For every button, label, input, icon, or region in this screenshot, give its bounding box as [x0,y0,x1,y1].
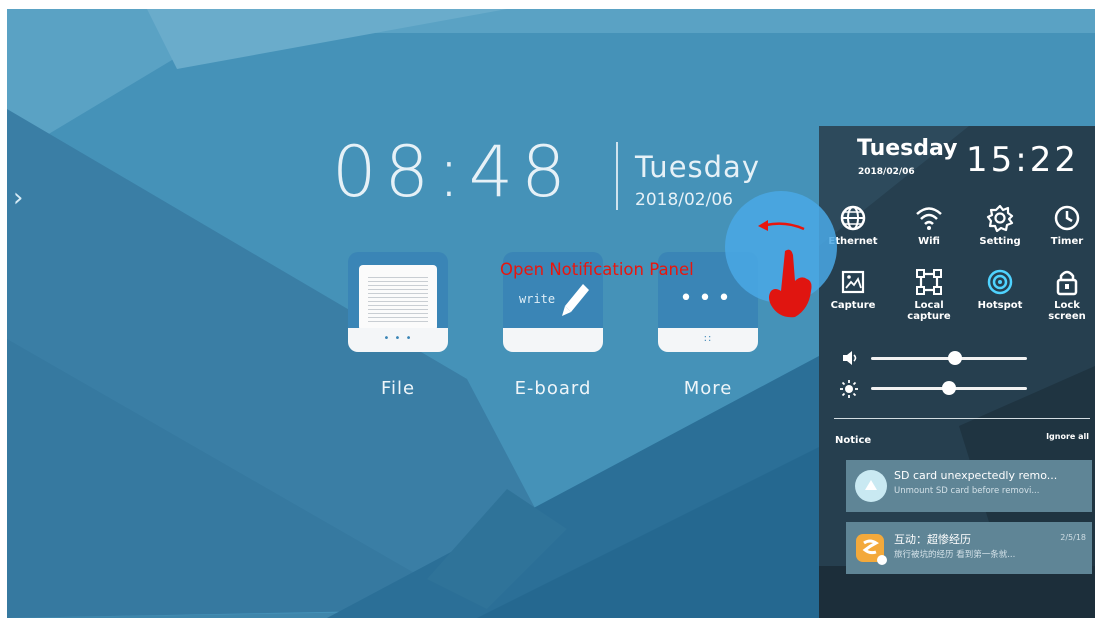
capture-button[interactable]: Capture [822,268,884,311]
gear-icon [986,204,1014,232]
lock-icon [1056,270,1078,296]
home-screen: › 08:48 Tuesday 2018/02/06 • • • File wr… [7,9,1095,618]
clock-divider [616,142,618,210]
annotation-label: Open Notification Panel [500,260,694,279]
notification-card[interactable]: 互动：超惨经历 旅行被坑的经历 看到第一条就... 2/5/18 [846,522,1092,574]
timer-label: Timer [1050,236,1084,247]
globe-icon [840,205,866,231]
more-app-label[interactable]: More [638,378,778,399]
notification-panel[interactable]: Tuesday 2018/02/06 15:22 Ethernet Wifi S… [819,126,1095,618]
notification-time: 2/5/18 [1060,533,1086,542]
timer-button[interactable]: Timer [1036,204,1095,247]
chevron-right-icon[interactable]: › [13,185,23,211]
home-clock-date: 2018/02/06 [635,190,733,210]
wifi-label: Wifi [918,236,940,247]
file-app-button[interactable]: • • • [348,252,448,352]
notification-card[interactable]: SD card unexpectedly remo... Unmount SD … [846,460,1092,512]
chat-app-icon [856,534,887,565]
ignore-all-button[interactable]: Ignore all [1046,432,1089,441]
eboard-app-label[interactable]: E-board [483,378,623,399]
panel-day: Tuesday [857,136,958,161]
panel-date: 2018/02/06 [858,167,915,177]
file-icon [348,252,448,331]
crop-icon [916,269,942,295]
pen-icon [562,284,589,316]
lock-screen-button[interactable]: Lock screen [1036,268,1095,322]
capture-label: Capture [830,300,876,311]
notification-title: SD card unexpectedly remo... [894,469,1058,482]
brightness-slider-knob[interactable] [942,381,956,395]
notification-subtitle: 旅行被坑的经历 看到第一条就... [894,550,1016,560]
swipe-left-arrow-icon [758,220,805,231]
volume-slider-knob[interactable] [948,351,962,365]
lock-screen-label: Lock screen [1048,300,1086,322]
screenshot-icon [841,270,865,294]
notification-title: 互动：超惨经历 [894,533,971,546]
brightness-icon [840,380,858,398]
local-capture-button[interactable]: Local capture [898,268,960,322]
hotspot-toggle[interactable]: Hotspot [969,268,1031,311]
notification-subtitle: Unmount SD card before removi... [894,486,1040,496]
eboard-icon-text: write [519,292,556,306]
hotspot-label: Hotspot [977,300,1023,311]
panel-time: 15:22 [966,140,1079,180]
setting-button[interactable]: Setting [969,204,1031,247]
panel-divider [834,418,1090,419]
hand-pointer-icon [769,249,812,318]
sd-card-icon [855,470,887,502]
setting-label: Setting [979,236,1021,247]
notice-title: Notice [835,435,872,446]
home-clock-day: Tuesday [635,150,760,184]
speaker-icon [843,351,857,365]
home-clock-time: 08:48 [332,131,574,213]
file-app-label[interactable]: File [328,378,468,399]
clock-icon [1054,205,1080,231]
local-capture-label: Local capture [907,300,951,322]
hotspot-icon [987,269,1013,295]
wifi-toggle[interactable]: Wifi [898,204,960,247]
wifi-icon [916,207,942,230]
